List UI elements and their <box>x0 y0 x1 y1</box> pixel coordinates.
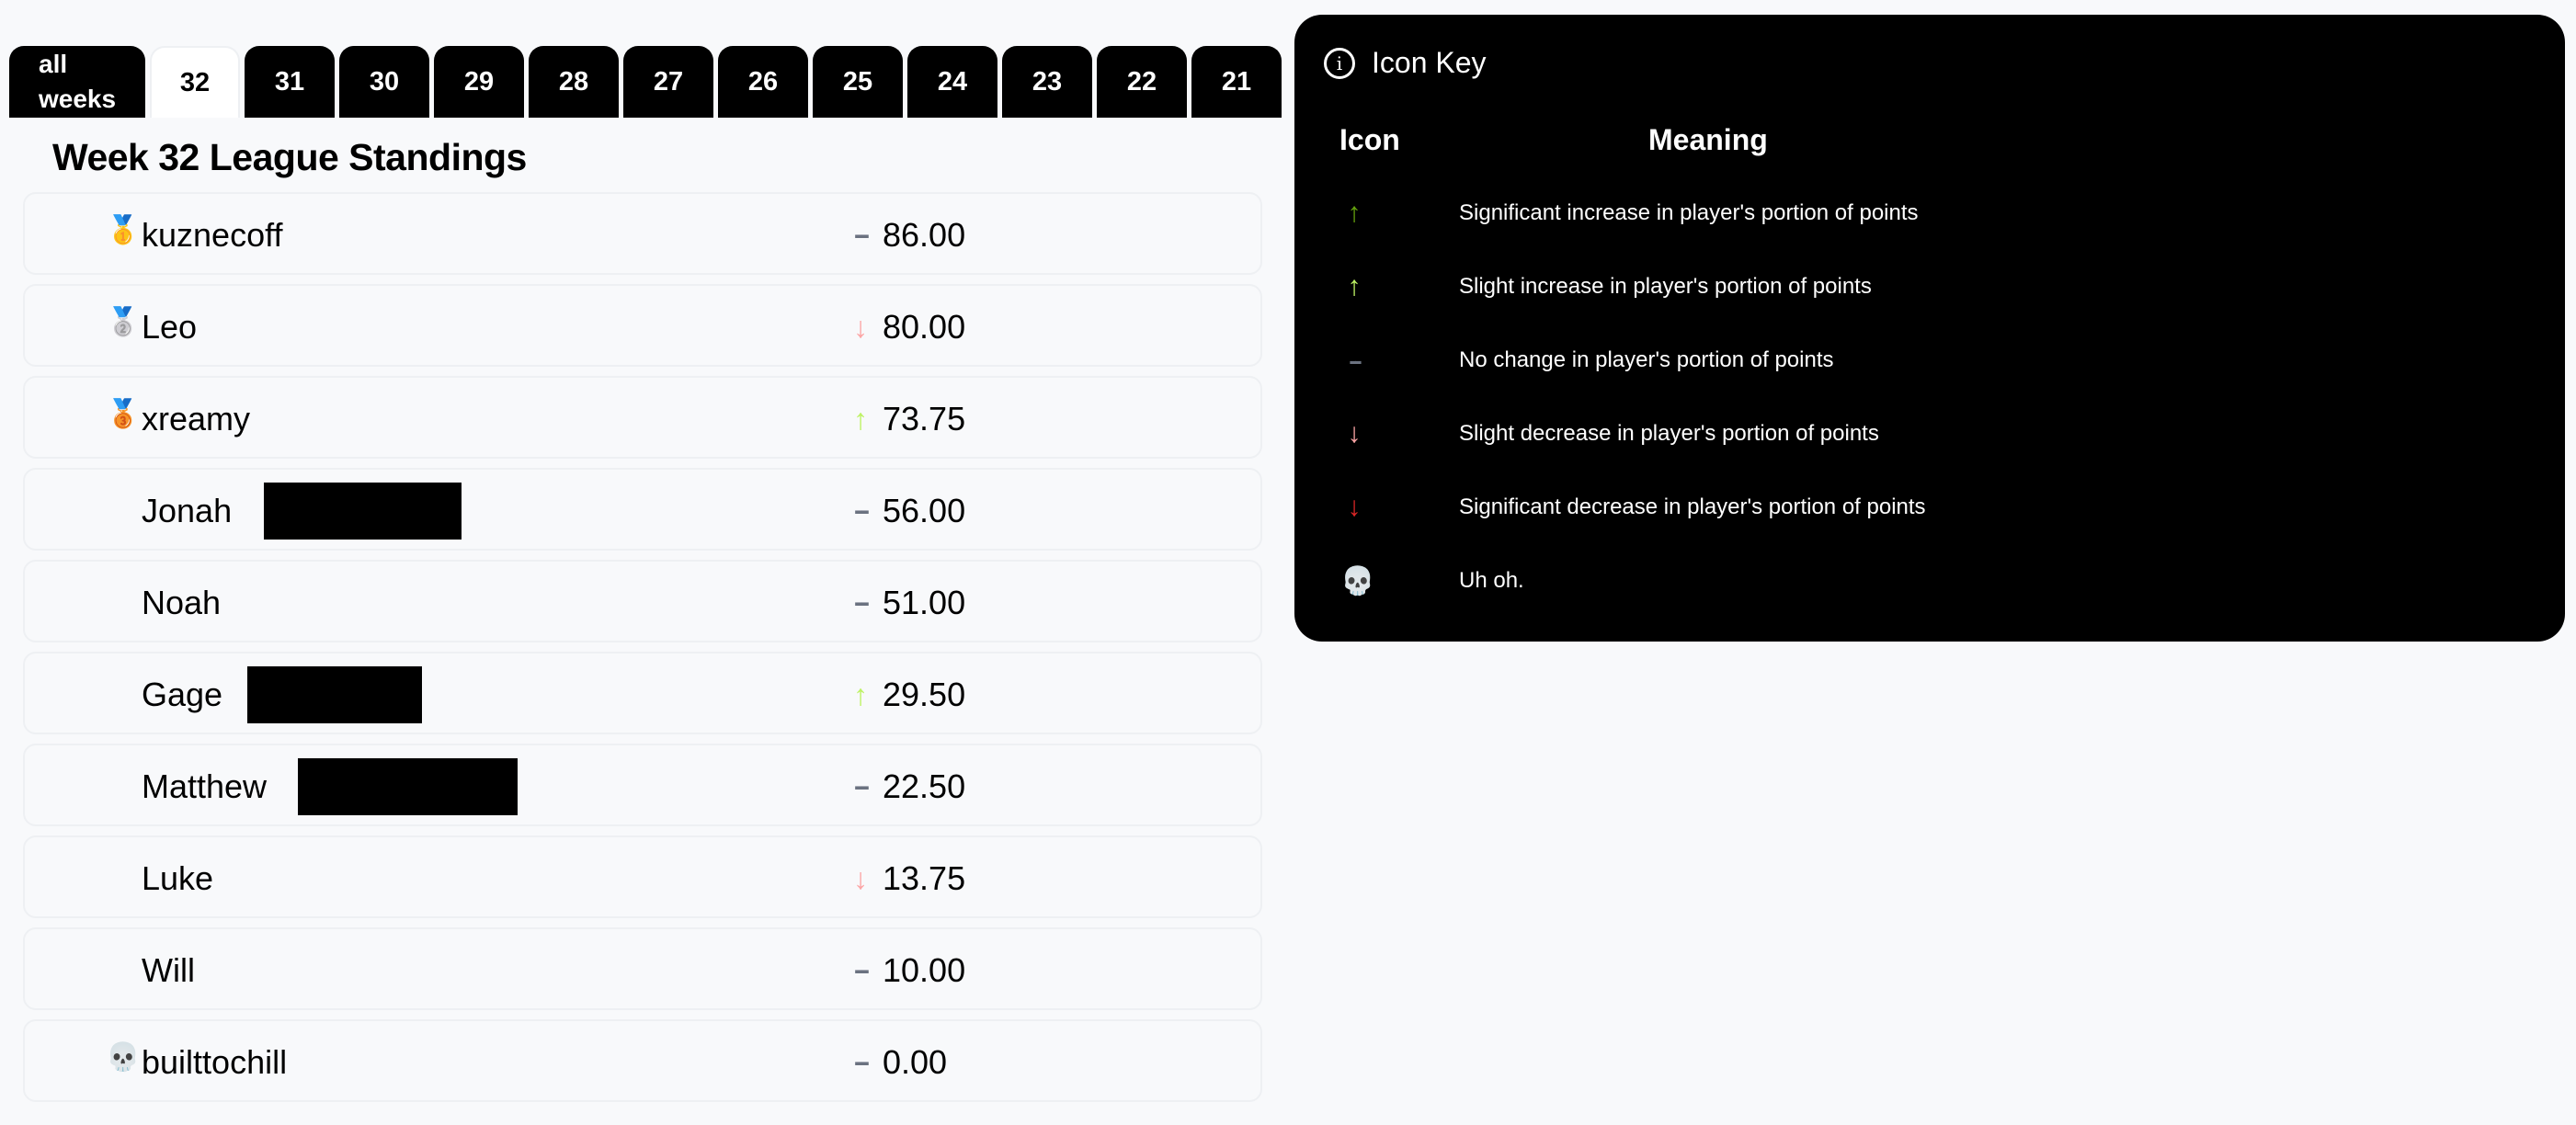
player-score: -- 86.00 <box>848 216 965 255</box>
tab-label: weeks <box>39 85 117 113</box>
icon-key-panel: i Icon Key Icon Meaning ↑ Significant inc… <box>1294 15 2565 642</box>
column-header-meaning: Meaning <box>1648 123 1768 156</box>
score-value: 13.75 <box>883 859 966 897</box>
no-change-dashes-icon: -- <box>854 220 870 250</box>
tab-week-32[interactable]: 32 <box>150 46 240 118</box>
arrow-up-icon: ↑ <box>1347 271 1362 301</box>
standings-row: Matthew -- 22.50 <box>23 744 1262 826</box>
score-value: 56.00 <box>883 492 966 529</box>
score-value: 51.00 <box>883 584 966 621</box>
no-change-dashes-icon: -- <box>854 587 870 618</box>
player-name: Gage <box>142 676 223 713</box>
tab-week-22[interactable]: 22 <box>1097 46 1187 118</box>
icon-key-row: ↑ Slight increase in player's portion of … <box>1294 268 2565 305</box>
page-title: Week 32 League Standings <box>52 136 527 178</box>
medal-icon: 🥇 <box>106 215 141 245</box>
arrow-down-icon: ↓ <box>1347 418 1362 449</box>
no-change-dashes-icon: -- <box>854 495 870 526</box>
no-change-dashes-icon: -- <box>854 771 870 801</box>
player-score: ↓ 13.75 <box>848 859 965 898</box>
standings-row: 💀 builttochill -- 0.00 <box>23 1019 1262 1102</box>
skull-icon: 💀 <box>106 1042 141 1073</box>
tab-week-30[interactable]: 30 <box>339 46 429 118</box>
tab-week-25[interactable]: 25 <box>813 46 903 118</box>
player-name: Leo <box>142 308 198 346</box>
player-score: -- 51.00 <box>848 584 965 622</box>
tab-week-23[interactable]: 23 <box>1002 46 1092 118</box>
arrow-down-icon: ↓ <box>1347 492 1362 522</box>
player-name: builttochill <box>142 1043 288 1081</box>
no-change-dashes-icon: -- <box>854 1047 870 1077</box>
player-score: -- 56.00 <box>848 492 965 530</box>
tab-week-24[interactable]: 24 <box>907 46 997 118</box>
score-value: 73.75 <box>883 400 966 438</box>
arrow-up-icon: ↑ <box>853 677 868 711</box>
medal-icon: 🥉 <box>106 399 141 429</box>
icon-key-row: -- No change in player's portion of point… <box>1294 342 2565 379</box>
score-value: 80.00 <box>883 308 966 346</box>
standings-row: Luke ↓ 13.75 <box>23 835 1262 918</box>
arrow-up-icon: ↑ <box>853 402 868 436</box>
tab-all-weeks[interactable]: all weeks <box>9 46 145 118</box>
player-score: -- 10.00 <box>848 951 965 990</box>
redaction-box <box>247 666 422 723</box>
redaction-box <box>264 483 462 540</box>
standings-row: 🥉 xreamy ↑ 73.75 <box>23 376 1262 459</box>
player-score: ↑ 29.50 <box>848 676 965 714</box>
player-name: kuznecoff <box>142 216 283 254</box>
tab-label: all <box>39 50 68 78</box>
icon-key-row: ↓ Slight decrease in player's portion of … <box>1294 415 2565 452</box>
tab-week-29[interactable]: 29 <box>434 46 524 118</box>
icon-key-row: 💀 Uh oh. <box>1294 562 2565 599</box>
tab-week-27[interactable]: 27 <box>623 46 713 118</box>
icon-meaning: Significant increase in player's portion… <box>1459 200 1919 225</box>
medal-icon: 🥈 <box>106 307 141 337</box>
standings-row: Will -- 10.00 <box>23 927 1262 1010</box>
standings-row: 🥈 Leo ↓ 80.00 <box>23 284 1262 367</box>
column-header-icon: Icon <box>1339 123 1400 156</box>
standings-row: Gage ↑ 29.50 <box>23 652 1262 734</box>
icon-key-row: ↓ Significant decrease in player's portio… <box>1294 489 2565 526</box>
redaction-box <box>298 758 518 815</box>
score-value: 86.00 <box>883 216 966 254</box>
standings-row: 🥇 kuznecoff -- 86.00 <box>23 192 1262 275</box>
player-name: Noah <box>142 584 222 621</box>
tab-week-21[interactable]: 21 <box>1191 46 1282 118</box>
player-name: Matthew <box>142 767 268 805</box>
standings-row: Noah -- 51.00 <box>23 560 1262 642</box>
info-icon: i <box>1324 47 1355 79</box>
score-value: 22.50 <box>883 767 966 805</box>
icon-key-header: i Icon Key <box>1324 46 1487 80</box>
player-score: -- 0.00 <box>848 1043 947 1082</box>
standings-list: 🥇 kuznecoff -- 86.00 🥈 Leo ↓ 80.00 🥉 xreamy ↑ 73.75… <box>23 192 1262 1111</box>
dashes-icon: -- <box>1349 346 1362 374</box>
icon-key-title: Icon Key <box>1372 46 1487 79</box>
icon-meaning: Uh oh. <box>1459 568 1524 593</box>
tab-week-31[interactable]: 31 <box>245 46 335 118</box>
skull-icon: 💀 <box>1340 565 1375 597</box>
arrow-down-icon: ↓ <box>853 861 868 895</box>
score-value: 0.00 <box>883 1043 948 1081</box>
player-name: Luke <box>142 859 214 897</box>
score-value: 10.00 <box>883 951 966 989</box>
player-score: ↑ 73.75 <box>848 400 965 438</box>
week-tabs: all weeks 32 31 30 29 28 27 26 25 24 23 22 21 <box>9 46 1282 118</box>
standings-row: Jonah -- 56.00 <box>23 468 1262 551</box>
player-name: Will <box>142 951 195 989</box>
arrow-up-icon: ↑ <box>1347 198 1362 228</box>
icon-key-row: ↑ Significant increase in player's portio… <box>1294 195 2565 232</box>
icon-meaning: Significant decrease in player's portion… <box>1459 494 1926 519</box>
icon-meaning: No change in player's portion of points <box>1459 347 1834 372</box>
player-name: xreamy <box>142 400 251 438</box>
arrow-down-icon: ↓ <box>853 310 868 344</box>
tab-week-26[interactable]: 26 <box>718 46 808 118</box>
player-score: -- 22.50 <box>848 767 965 806</box>
tab-week-28[interactable]: 28 <box>529 46 619 118</box>
icon-meaning: Slight increase in player's portion of p… <box>1459 274 1872 299</box>
player-score: ↓ 80.00 <box>848 308 965 347</box>
player-name: Jonah <box>142 492 233 529</box>
no-change-dashes-icon: -- <box>854 955 870 985</box>
icon-meaning: Slight decrease in player's portion of p… <box>1459 421 1879 446</box>
score-value: 29.50 <box>883 676 966 713</box>
